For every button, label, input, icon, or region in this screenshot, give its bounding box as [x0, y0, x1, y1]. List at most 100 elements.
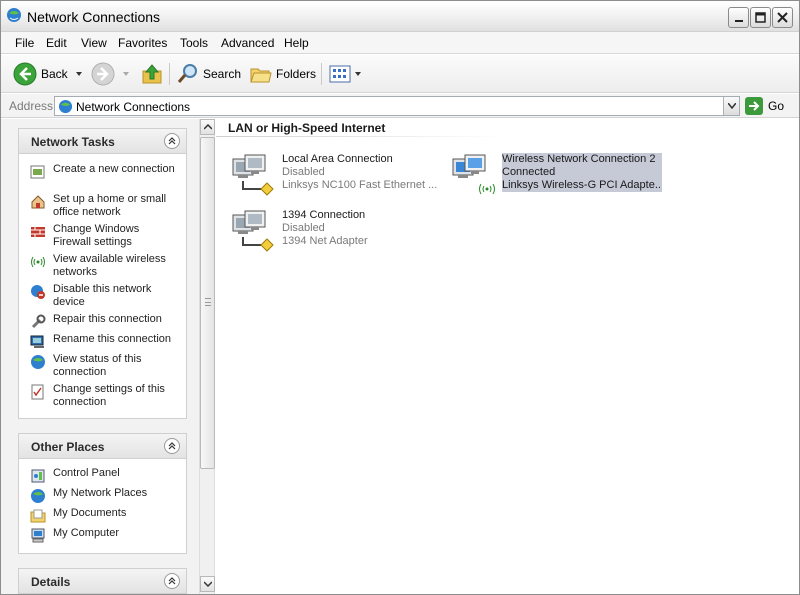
search-icon: [177, 64, 197, 83]
network-places-icon: [31, 489, 45, 503]
chevron-up-icon: [168, 442, 176, 450]
views-button[interactable]: [329, 61, 361, 87]
chevron-up-icon: [168, 577, 176, 585]
task-rename-connection[interactable]: Rename this connection: [30, 333, 180, 350]
network-tasks-title: Network Tasks: [31, 135, 115, 149]
minimize-button[interactable]: [728, 7, 749, 28]
menu-help[interactable]: Help: [284, 36, 309, 50]
address-dropdown-button[interactable]: [723, 97, 739, 115]
other-places-panel: Other Places Control Panel My Network Pl…: [18, 433, 187, 554]
maximize-button[interactable]: [750, 7, 771, 28]
connection-status: Disabled: [282, 222, 325, 234]
wireless-icon: [31, 256, 45, 268]
task-label: View available wireless networks: [53, 253, 166, 278]
close-button[interactable]: [772, 7, 793, 28]
task-wireless-networks[interactable]: View available wireless networks: [30, 253, 180, 279]
task-view-status[interactable]: View status of this connection: [30, 353, 180, 379]
menu-bar: File Edit View Favorites Tools Advanced …: [1, 32, 799, 82]
menu-edit[interactable]: Edit: [46, 36, 67, 50]
place-my-computer[interactable]: My Computer: [30, 527, 180, 544]
minimize-icon: [734, 19, 743, 22]
place-control-panel[interactable]: Control Panel: [30, 467, 180, 484]
task-pane-scrollbar[interactable]: [199, 119, 215, 594]
lan-connection-icon: [232, 154, 274, 196]
scroll-down-button[interactable]: [200, 576, 215, 592]
details-header[interactable]: Details: [19, 569, 186, 594]
collapse-button[interactable]: [164, 438, 180, 454]
address-field[interactable]: Network Connections: [54, 96, 740, 116]
connection-text: Local Area Connection Disabled Linksys N…: [282, 153, 442, 192]
place-label: Control Panel: [53, 467, 120, 479]
collapse-button[interactable]: [164, 133, 180, 149]
connection-status: Disabled: [282, 166, 325, 178]
status-icon: [31, 355, 45, 369]
task-label: Change Windows Firewall settings: [53, 223, 140, 248]
task-firewall[interactable]: Change Windows Firewall settings: [30, 223, 180, 249]
task-disable-device[interactable]: Disable this network device: [30, 283, 180, 309]
connection-item[interactable]: Local Area Connection Disabled Linksys N…: [229, 153, 444, 197]
views-icon: [329, 65, 351, 83]
folders-label: Folders: [276, 67, 317, 81]
menu-view[interactable]: View: [81, 36, 107, 50]
back-button[interactable]: Back: [13, 61, 82, 87]
scroll-thumb[interactable]: [200, 137, 215, 469]
connection-text: Wireless Network Connection 2 Connected …: [502, 153, 662, 192]
menu-file[interactable]: File: [15, 36, 34, 50]
task-pane: Network Tasks Create a new connection Se…: [1, 119, 199, 594]
task-repair-connection[interactable]: Repair this connection: [30, 313, 180, 330]
network-tasks-header[interactable]: Network Tasks: [19, 129, 186, 154]
task-create-connection[interactable]: Create a new connection: [30, 163, 180, 180]
forward-button[interactable]: [91, 61, 129, 87]
menu-favorites[interactable]: Favorites: [118, 36, 167, 50]
folders-button[interactable]: Folders: [249, 61, 316, 87]
computer-icon: [31, 528, 45, 543]
up-folder-button[interactable]: [141, 61, 163, 87]
scroll-up-button[interactable]: [200, 119, 215, 135]
address-bar: Address Network Connections Go: [1, 94, 799, 118]
connection-name: Wireless Network Connection 2: [502, 153, 656, 165]
task-label: Change settings of this connection: [53, 383, 165, 408]
back-dropdown-icon[interactable]: [75, 72, 82, 76]
toolbar-separator: [169, 63, 170, 85]
repair-icon: [31, 314, 46, 329]
forward-dropdown-icon[interactable]: [123, 72, 129, 76]
task-label: Repair this connection: [53, 313, 162, 325]
task-label: Create a new connection: [53, 163, 175, 175]
group-divider: [216, 136, 506, 137]
folders-icon: [250, 68, 272, 83]
group-header: LAN or High-Speed Internet: [228, 121, 386, 135]
connection-status: Connected: [502, 166, 556, 178]
go-label: Go: [768, 99, 785, 113]
title-bar[interactable]: Network Connections: [1, 1, 799, 32]
maximize-icon: [755, 12, 766, 23]
collapse-button[interactable]: [164, 573, 180, 589]
address-value[interactable]: Network Connections: [76, 100, 190, 114]
go-button[interactable]: Go: [745, 96, 784, 116]
menu-tools[interactable]: Tools: [180, 36, 208, 50]
place-label: My Documents: [53, 507, 127, 519]
connection-item-selected[interactable]: Wireless Network Connection 2 Connected …: [449, 153, 664, 197]
1394-connection-icon: [232, 210, 274, 252]
other-places-header[interactable]: Other Places: [19, 434, 186, 459]
search-label: Search: [203, 67, 242, 81]
connection-item[interactable]: 1394 Connection Disabled 1394 Net Adapte…: [229, 209, 444, 253]
scroll-up-icon: [203, 124, 212, 130]
task-home-network[interactable]: Set up a home or small office network: [30, 193, 180, 219]
place-my-documents[interactable]: My Documents: [30, 507, 180, 524]
connection-device: Linksys NC100 Fast Ethernet ...: [282, 179, 438, 191]
network-connections-window: Network Connections File Edit View Favor…: [0, 0, 800, 595]
other-places-title: Other Places: [31, 440, 105, 454]
settings-icon: [31, 384, 44, 400]
connections-view: LAN or High-Speed Internet Local Area Co…: [216, 119, 799, 594]
place-label: My Computer: [53, 527, 120, 539]
toolbar: Back Search Folders: [1, 55, 799, 93]
connection-device: 1394 Net Adapter: [282, 235, 368, 247]
task-change-settings[interactable]: Change settings of this connection: [30, 383, 180, 409]
search-button[interactable]: Search: [176, 61, 241, 87]
place-network-places[interactable]: My Network Places: [30, 487, 180, 504]
connection-name: 1394 Connection: [282, 209, 366, 221]
chevron-up-icon: [168, 137, 176, 145]
forward-arrow-icon: [91, 62, 115, 86]
views-dropdown-icon[interactable]: [355, 72, 361, 76]
menu-advanced[interactable]: Advanced: [221, 36, 274, 50]
